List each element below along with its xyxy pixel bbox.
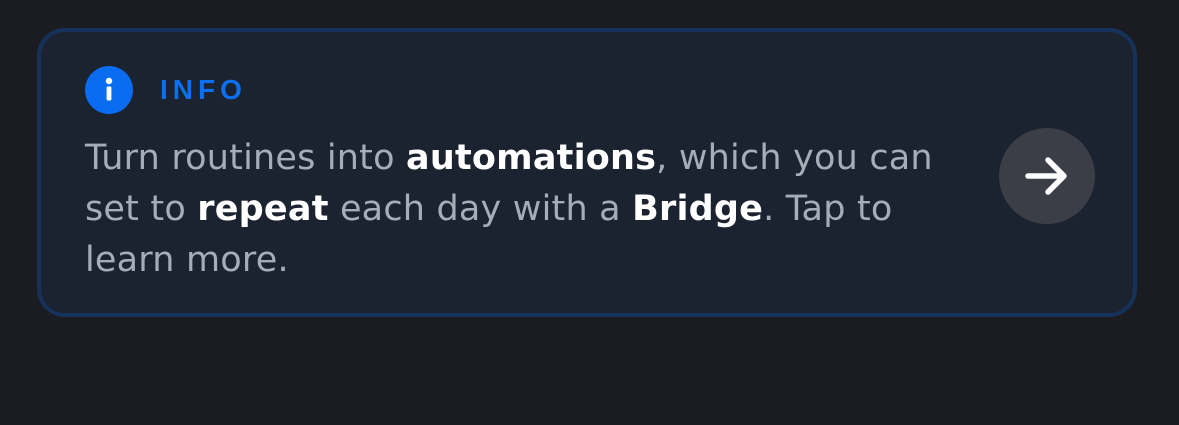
- info-header: INFO: [85, 64, 247, 116]
- info-label: INFO: [160, 74, 247, 105]
- learn-more-button[interactable]: [999, 128, 1095, 224]
- message-emphasis-automations: automations: [406, 138, 657, 178]
- info-card[interactable]: INFO Turn routines into automations, whi…: [37, 28, 1137, 317]
- info-icon: [85, 66, 133, 114]
- message-emphasis-repeat: repeat: [197, 189, 329, 229]
- arrow-right-icon: [1025, 157, 1067, 195]
- info-message: Turn routines into automations, which yo…: [85, 133, 985, 286]
- info-glyph: [105, 77, 113, 101]
- message-text: Turn routines into: [85, 138, 407, 178]
- message-emphasis-bridge: Bridge: [632, 189, 764, 229]
- message-text: each day with a: [328, 189, 633, 229]
